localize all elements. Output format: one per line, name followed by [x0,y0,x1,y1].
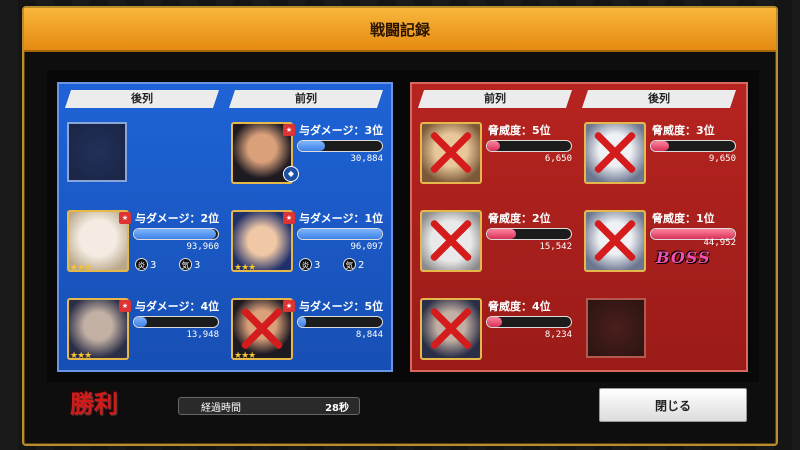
enemy-unit-front-bot[interactable] [420,298,486,364]
fire-attribute: 炎3 [299,258,320,271]
threat-bar [650,140,736,152]
fire-count: 3 [150,260,157,271]
victory-label: 勝利 [70,389,118,418]
damage-value: 30,884 [350,154,383,164]
fire-count: 3 [314,260,321,271]
threat-rank-label: 脅威度：2位 [488,212,551,225]
game-screen: 戦闘記録 後列 前列 ★ ◆ 与ダメージ：3位 30,884 ★ ★★★ 与ダメ… [0,0,800,450]
rarity-icon: ★ [283,300,295,312]
damage-bar [297,140,383,152]
ki-count: 3 [194,260,201,271]
enemy-front-row-header: 前列 [418,90,572,108]
ally-front-row-header: 前列 [229,90,383,108]
defeated-x-icon [584,210,646,272]
enemy-empty-slot [586,298,646,358]
ally-unit-front-top[interactable]: ★ ◆ [231,122,299,188]
rarity-icon: ★ [283,124,295,136]
damage-bar [297,316,383,328]
enemy-unit-back-mid[interactable] [584,210,650,276]
damage-bar [297,228,383,240]
threat-rank-label: 脅威度：3位 [652,124,715,137]
threat-bar-fill [487,317,503,327]
threat-rank-label: 脅威度：4位 [488,300,551,313]
damage-value: 13,948 [186,330,219,340]
boss-label: BOSS [656,248,711,267]
threat-value: 15,542 [539,242,572,252]
threat-bar [486,228,572,240]
window-title: 戦闘記録 [369,21,430,39]
ally-panel: 後列 前列 ★ ◆ 与ダメージ：3位 30,884 ★ ★★★ 与ダメージ：2位… [57,82,393,372]
defeated-x-icon [420,210,482,272]
battle-record-window: 戦闘記録 後列 前列 ★ ◆ 与ダメージ：3位 30,884 ★ ★★★ 与ダメ… [22,6,778,446]
damage-bar-fill [134,229,217,239]
damage-rank-label: 与ダメージ：3位 [299,124,384,137]
elapsed-time-box: 経過時間 28秒 [178,397,360,415]
ally-unit-front-bot[interactable]: ★ ★★★ [231,298,297,364]
title-bar: 戦闘記録 [24,8,776,52]
threat-bar [486,140,572,152]
damage-bar-fill [298,141,325,151]
ki-icon: 気 [179,258,192,271]
defeated-x-icon [420,122,482,184]
role-icon: ◆ [283,166,299,182]
threat-bar [486,316,572,328]
star-rating-icon: ★★★ [234,351,256,361]
threat-value: 8,234 [544,330,572,340]
threat-bar-fill [487,229,517,239]
defeated-x-icon [584,122,646,184]
record-area: 後列 前列 ★ ◆ 与ダメージ：3位 30,884 ★ ★★★ 与ダメージ：2位… [47,70,759,382]
ally-unit-back-mid[interactable]: ★ ★★★ [67,210,133,276]
rarity-icon: ★ [119,300,131,312]
damage-rank-label: 与ダメージ：1位 [299,212,384,225]
enemy-panel: 前列 後列 脅威度：5位 6,650 脅威度：3位 9,650 脅威度：2位 1… [410,82,748,372]
ally-unit-front-mid[interactable]: ★ ★★★ [231,210,297,276]
enemy-unit-front-top[interactable] [420,122,486,188]
rarity-icon: ★ [283,212,295,224]
enemy-unit-front-mid[interactable] [420,210,486,276]
threat-value: 44,952 [703,238,736,248]
damage-bar-fill [298,317,306,327]
threat-bar-fill [651,141,669,151]
damage-value: 93,960 [186,242,219,252]
enemy-unit-back-top[interactable] [584,122,650,188]
threat-value: 9,650 [708,154,736,164]
ki-icon: 気 [343,258,356,271]
threat-value: 6,650 [544,154,572,164]
enemy-back-row-header: 後列 [582,90,736,108]
star-rating-icon: ★★★ [70,351,92,361]
ki-attribute: 気2 [343,258,364,271]
ki-count: 2 [358,260,365,271]
ally-unit-back-bot[interactable]: ★ ★★★ [67,298,133,364]
damage-rank-label: 与ダメージ：4位 [135,300,220,313]
threat-bar-fill [487,141,500,151]
fire-icon: 炎 [299,258,312,271]
damage-value: 96,097 [350,242,383,252]
damage-rank-label: 与ダメージ：5位 [299,300,384,313]
ally-empty-slot [67,122,127,182]
defeated-x-icon [420,298,482,360]
fire-attribute: 炎3 [135,258,156,271]
close-button[interactable]: 閉じる [599,388,747,422]
damage-rank-label: 与ダメージ：2位 [135,212,220,225]
threat-rank-label: 脅威度：5位 [488,124,551,137]
damage-value: 8,844 [355,330,383,340]
threat-rank-label: 脅威度：1位 [652,212,715,225]
damage-bar [133,316,219,328]
elapsed-time-label: 経過時間 [201,403,241,414]
star-rating-icon: ★★★ [70,263,92,273]
ally-back-row-header: 後列 [65,90,219,108]
damage-bar-fill [134,317,147,327]
elapsed-time-value: 28秒 [325,403,349,414]
damage-bar-fill [298,229,382,239]
star-rating-icon: ★★★ [234,263,256,273]
rarity-icon: ★ [119,212,131,224]
ki-attribute: 気3 [179,258,200,271]
victory-emblem: 勝利 [70,384,140,418]
fire-icon: 炎 [135,258,148,271]
damage-bar [133,228,219,240]
